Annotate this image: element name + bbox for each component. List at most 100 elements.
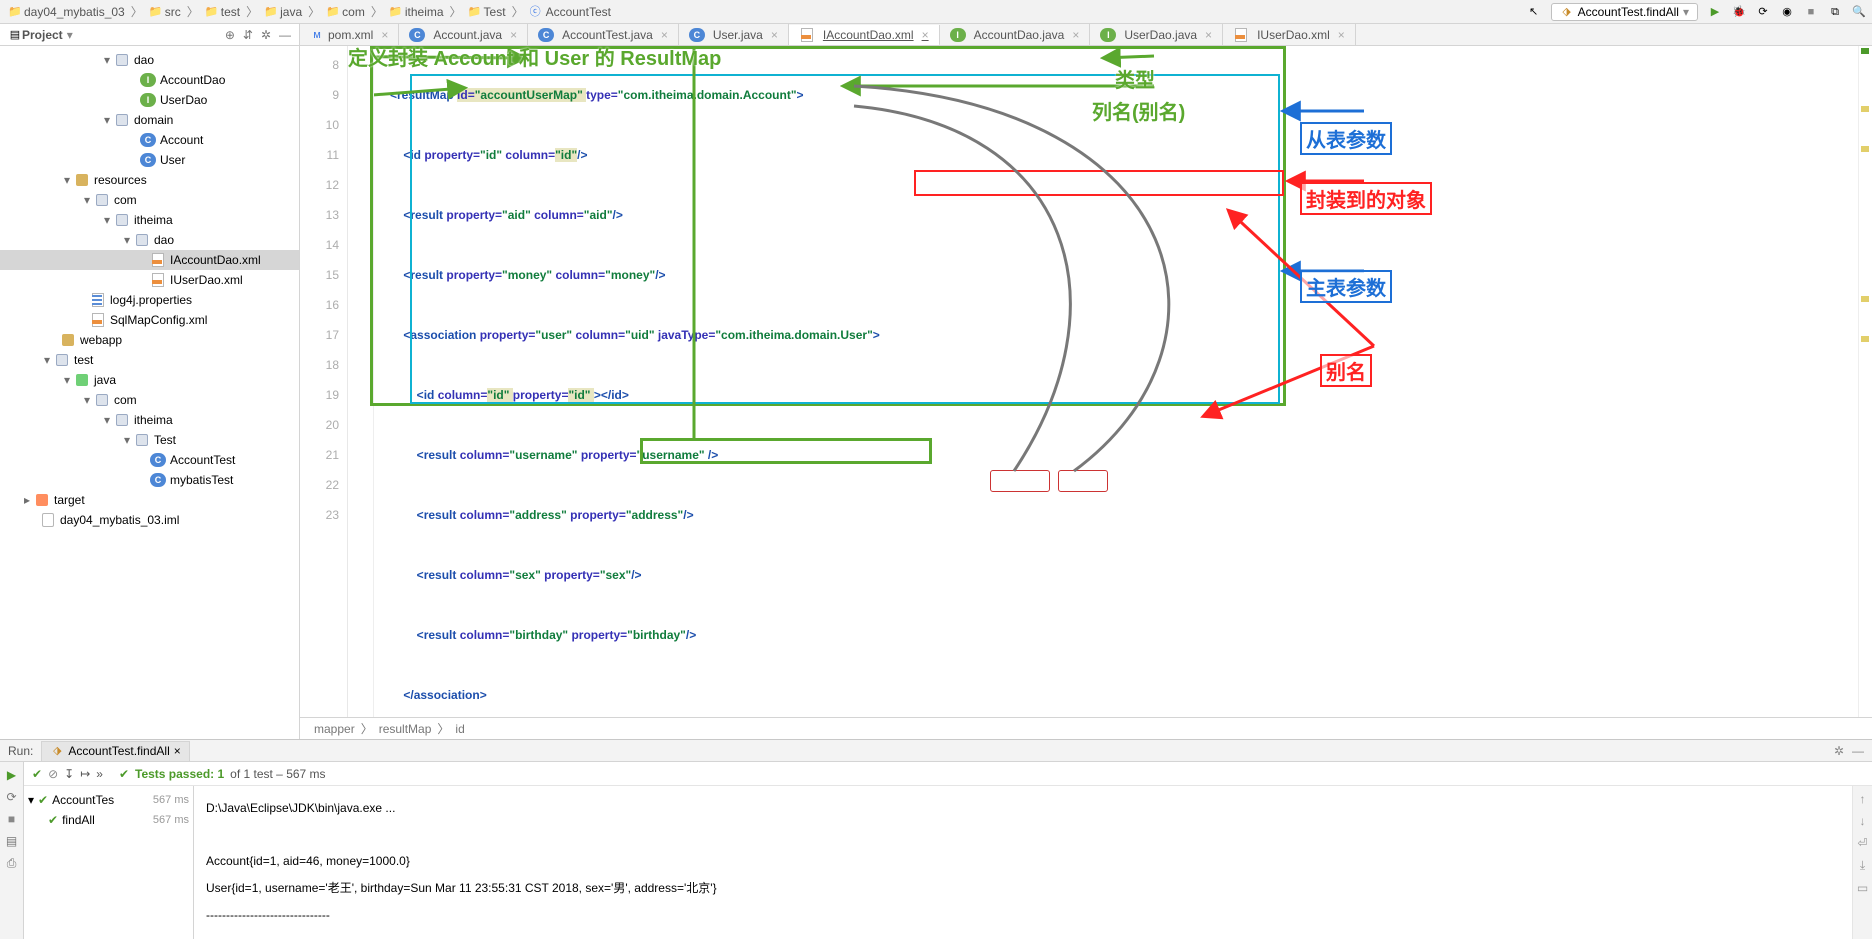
- rerun-button[interactable]: ▶: [7, 768, 16, 782]
- tree-dao[interactable]: dao: [134, 53, 154, 67]
- tab-iuserdao-xml[interactable]: IUserDao.xml×: [1223, 24, 1356, 45]
- run-icon: ⬗: [1560, 5, 1574, 19]
- wrap-icon[interactable]: ⏎: [1857, 836, 1867, 850]
- tree-test[interactable]: test: [74, 353, 93, 367]
- code-editor[interactable]: <resultMap id="accountUserMap" type="com…: [374, 46, 1858, 717]
- gear-icon[interactable]: ✲: [261, 28, 271, 42]
- crumb-4[interactable]: com: [340, 5, 367, 19]
- line-gutter[interactable]: 891011121314151617181920212223: [300, 46, 348, 717]
- fail-filter-icon[interactable]: ⊘: [48, 767, 58, 781]
- tab-account[interactable]: Account.java×: [399, 24, 528, 45]
- expand-icon[interactable]: ↦: [80, 767, 90, 781]
- debug-button[interactable]: 🐞: [1732, 5, 1746, 19]
- chevron-down-icon[interactable]: ▾: [67, 28, 73, 42]
- gear-icon[interactable]: ✲: [1834, 744, 1844, 758]
- tree-sqlmap[interactable]: SqlMapConfig.xml: [110, 313, 207, 327]
- tree-account[interactable]: Account: [160, 133, 203, 147]
- tree-dao2[interactable]: dao: [154, 233, 174, 247]
- toggle-button[interactable]: ⟳: [6, 790, 16, 804]
- structure-button[interactable]: ⧉: [1828, 5, 1842, 19]
- tests-passed: Tests passed: 1: [135, 767, 224, 781]
- tab-pom[interactable]: ᴍpom.xml×: [300, 24, 399, 45]
- crumb-3[interactable]: java: [278, 5, 304, 19]
- crumb-0[interactable]: day04_mybatis_03: [22, 5, 127, 19]
- collapse-icon[interactable]: ⇵: [243, 28, 253, 42]
- project-tree[interactable]: ▾dao AccountDao UserDao ▾domain Account …: [0, 46, 299, 739]
- back-icon[interactable]: ↖: [1527, 5, 1541, 19]
- fold-gutter[interactable]: [348, 46, 374, 717]
- close-icon[interactable]: ×: [174, 744, 181, 758]
- tree-itheima[interactable]: itheima: [134, 213, 173, 227]
- down-icon[interactable]: ↓: [1860, 814, 1866, 828]
- project-icon: ▤: [8, 28, 22, 42]
- crumb-1[interactable]: src: [163, 5, 183, 19]
- crumb-5[interactable]: itheima: [403, 5, 446, 19]
- target-icon[interactable]: ⊕: [225, 28, 235, 42]
- scroll-icon[interactable]: ⤓: [1860, 858, 1865, 873]
- run-tab[interactable]: ⬗ AccountTest.findAll ×: [41, 741, 189, 761]
- tab-accountdao[interactable]: AccountDao.java×: [940, 24, 1091, 45]
- run-config-selector[interactable]: ⬗ AccountTest.findAll ▾: [1551, 3, 1698, 21]
- tree-webapp[interactable]: webapp: [80, 333, 122, 347]
- close-icon[interactable]: ×: [381, 28, 388, 42]
- error-stripe[interactable]: [1858, 46, 1872, 717]
- tab-userdao[interactable]: UserDao.java×: [1090, 24, 1223, 45]
- close-icon[interactable]: ×: [922, 28, 929, 42]
- tree-resources[interactable]: resources: [94, 173, 147, 187]
- close-icon[interactable]: ×: [1338, 28, 1345, 42]
- tree-com2[interactable]: com: [114, 393, 137, 407]
- breadcrumb[interactable]: 📁 day04_mybatis_03〉 📁src〉 📁test〉 📁java〉 …: [6, 3, 613, 20]
- stop-button[interactable]: ■: [1804, 5, 1818, 19]
- tab-accounttest[interactable]: AccountTest.java×: [528, 24, 679, 45]
- tab-user[interactable]: User.java×: [679, 24, 789, 45]
- editor-pane: ᴍpom.xml× Account.java× AccountTest.java…: [300, 24, 1872, 739]
- search-button[interactable]: 🔍: [1852, 5, 1866, 19]
- tree-user[interactable]: User: [160, 153, 185, 167]
- tree-iml[interactable]: day04_mybatis_03.iml: [60, 513, 179, 527]
- pin-button[interactable]: ⎙: [7, 856, 17, 871]
- up-icon[interactable]: ↑: [1860, 792, 1866, 806]
- close-icon[interactable]: ×: [661, 28, 668, 42]
- crumb-2[interactable]: test: [219, 5, 242, 19]
- crumb-7[interactable]: AccountTest: [544, 5, 613, 19]
- tree-itheima2[interactable]: itheima: [134, 413, 173, 427]
- run-toolwindow: Run: ⬗ AccountTest.findAll × ✲ — ▶ ⟳ ■ ▤…: [0, 739, 1872, 939]
- check-icon[interactable]: ✔: [32, 767, 42, 781]
- collapse-icon[interactable]: »: [96, 767, 103, 781]
- folder-icon: 📁: [147, 5, 161, 19]
- hide-icon[interactable]: —: [279, 28, 291, 42]
- tree-userdao[interactable]: UserDao: [160, 93, 207, 107]
- close-icon[interactable]: ×: [1072, 28, 1079, 42]
- tree-mybatistest[interactable]: mybatisTest: [170, 473, 233, 487]
- tree-accounttest[interactable]: AccountTest: [170, 453, 235, 467]
- close-icon[interactable]: ×: [771, 28, 778, 42]
- stop-button[interactable]: ■: [8, 812, 15, 826]
- hide-icon[interactable]: —: [1852, 744, 1864, 758]
- layout-button[interactable]: ▤: [6, 834, 17, 848]
- crumb-6[interactable]: Test: [482, 5, 508, 19]
- run-button[interactable]: ▶: [1708, 5, 1722, 19]
- test-tree[interactable]: ▾✔AccountTes567 ms ✔findAll567 ms: [24, 786, 194, 939]
- tree-test-pkg[interactable]: Test: [154, 433, 176, 447]
- tree-accountdao[interactable]: AccountDao: [160, 73, 225, 87]
- tree-com[interactable]: com: [114, 193, 137, 207]
- print-icon[interactable]: ▭: [1857, 881, 1868, 895]
- profile-button[interactable]: ◉: [1780, 5, 1794, 19]
- tree-java[interactable]: java: [94, 373, 116, 387]
- tree-iuserdao-xml[interactable]: IUserDao.xml: [170, 273, 243, 287]
- tree-log4j[interactable]: log4j.properties: [110, 293, 192, 307]
- class-icon: ⓒ: [528, 5, 542, 19]
- interface-icon: [950, 28, 966, 42]
- tree-iaccountdao-xml[interactable]: IAccountDao.xml: [170, 253, 261, 267]
- close-icon[interactable]: ×: [510, 28, 517, 42]
- console-side-toolbar: ↑ ↓ ⏎ ⤓ ▭: [1852, 786, 1872, 939]
- editor-breadcrumb[interactable]: mapper〉 resultMap〉 id: [300, 717, 1872, 739]
- console-output[interactable]: D:\Java\Eclipse\JDK\bin\java.exe ... Acc…: [194, 786, 1852, 939]
- tab-iaccountdao-xml[interactable]: IAccountDao.xml×: [789, 25, 940, 46]
- sort-icon[interactable]: ↧: [64, 767, 74, 781]
- tree-domain[interactable]: domain: [134, 113, 173, 127]
- xml-icon: [799, 28, 815, 42]
- tree-target[interactable]: target: [54, 493, 85, 507]
- close-icon[interactable]: ×: [1205, 28, 1212, 42]
- coverage-button[interactable]: ⟳: [1756, 5, 1770, 19]
